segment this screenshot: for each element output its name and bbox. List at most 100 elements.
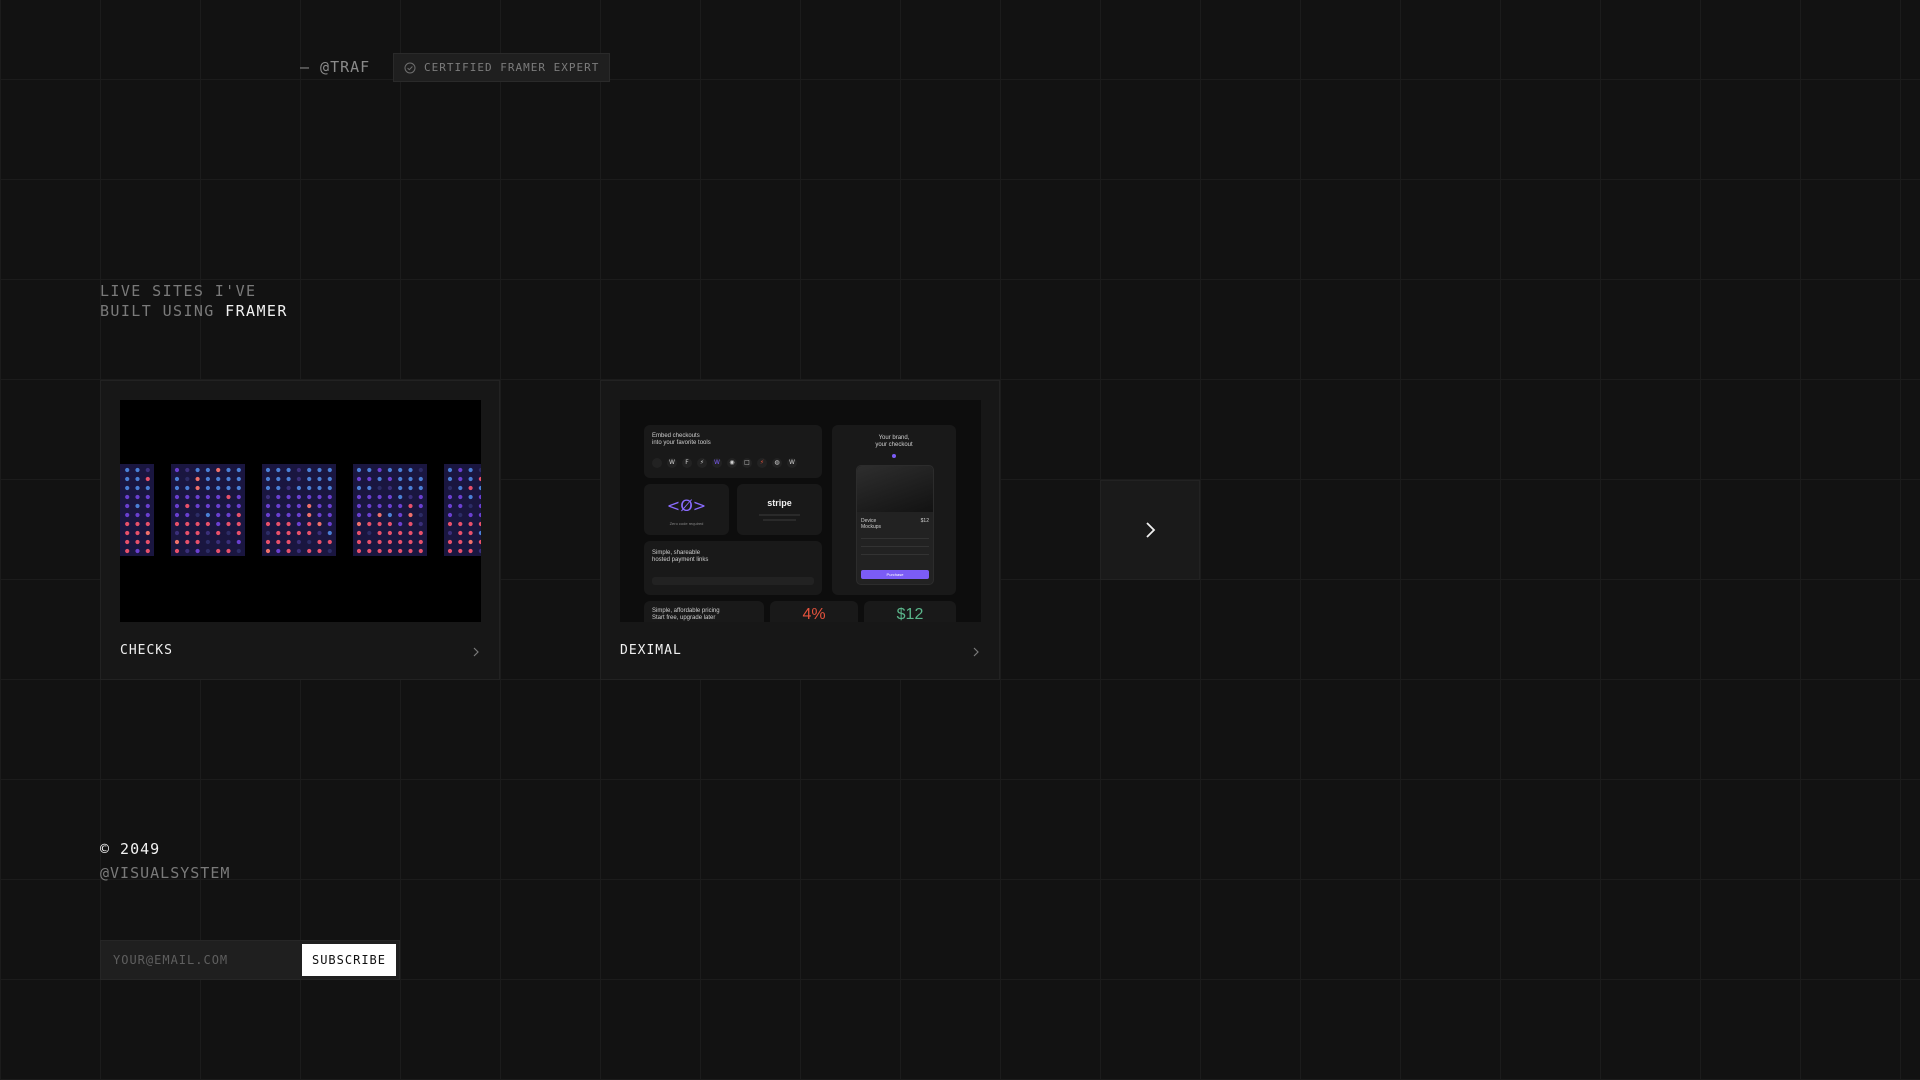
check-dot [398,485,403,491]
check-dot [216,521,221,527]
check-dot [377,521,382,527]
check-dot [174,530,180,536]
check-dot [356,476,362,482]
check-dot [216,485,221,491]
check-dot [135,494,140,500]
subscribe-button[interactable]: SUBSCRIBE [302,944,396,976]
check-dot [226,476,231,482]
check-dot [418,467,423,473]
check-dot [125,539,130,545]
check-dot [226,539,231,545]
check-dot [286,494,291,500]
check-dot [205,485,210,491]
check-dot [356,467,362,473]
check-dot [418,548,423,554]
check-dot [236,503,241,509]
brand-dot [892,454,896,458]
check-dot [458,512,463,518]
tool-icon: ⚡ [757,458,767,468]
check-dot [135,530,140,536]
check-dot [265,494,271,500]
check-dot [135,476,140,482]
check-dot [174,512,180,518]
project-card-deximal[interactable]: Embed checkouts into your favorite tools… [600,380,1000,680]
check-dot [286,512,291,518]
check-dot [418,530,423,536]
code-panel: <Ø> Zero code required [644,484,729,535]
check-dot [317,521,322,527]
check-dot [377,467,382,473]
check-dot [327,476,332,482]
check-dot [468,494,473,500]
footer-handle[interactable]: @VISUALSYSTEM [100,864,230,882]
check-dot [174,476,180,482]
check-dot [276,476,281,482]
check-dot [317,530,322,536]
check-dot [408,476,413,482]
pricing-panel: Simple, affordable pricing Start free, u… [644,601,764,622]
check-dot [205,503,210,509]
check-dot [125,521,130,527]
check-dot [145,467,150,473]
check-dot [408,521,413,527]
check-dot [307,548,312,554]
project-card-checks[interactable]: CHECKS [100,380,500,680]
check-dot [236,539,241,545]
pricing-line-1: Simple, affordable pricing [652,608,720,614]
stripe-line [759,514,800,516]
check-dot [468,521,473,527]
check-dot [387,485,392,491]
check-dot [377,494,382,500]
check-dot [286,530,291,536]
check-dot [468,512,473,518]
check-dot [367,476,372,482]
check-dot [135,512,140,518]
check-dot [135,503,140,509]
check-dot [296,548,301,554]
check-dot [447,548,453,554]
check-dot [226,512,231,518]
check-dot [276,494,281,500]
check-dot [174,467,180,473]
check-dot [327,494,332,500]
check-dot [356,485,362,491]
check-dot [458,467,463,473]
check-dot [296,494,301,500]
check-dot [265,539,271,545]
chevron-right-icon [1146,522,1156,538]
header-handle[interactable]: — @TRAF [300,58,370,76]
check-dot [265,512,271,518]
check-dot [195,539,200,545]
check-dot [408,467,413,473]
check-dot [458,548,463,554]
check-dot [265,467,271,473]
brand-line-1: Your brand, [878,435,910,441]
check-dot [317,467,322,473]
check-dot [135,548,140,554]
check-dot [377,503,382,509]
check-dot [125,476,130,482]
check-dot [216,476,221,482]
purchase-button: Purchase [861,570,929,579]
check-dot [226,503,231,509]
email-input[interactable] [101,941,325,979]
check-dot [265,530,271,536]
check-dot [236,494,241,500]
intro-line-2: BUILT USING FRAMER [100,301,288,321]
check-dot [377,476,382,482]
purchase-label: Purchase [886,572,904,577]
check-dot [307,467,312,473]
tool-icon: F [682,458,692,468]
device-line-2: Mockups [861,524,882,530]
check-dot [296,539,301,545]
check-dot [307,476,312,482]
check-dot [356,530,362,536]
carousel-next-button[interactable] [1100,480,1200,580]
check-dot [468,485,473,491]
check-dot [468,476,473,482]
check-dot [236,530,241,536]
check-dot [398,476,403,482]
check-dot [367,494,372,500]
check-dot [216,467,221,473]
check-dot [447,467,453,473]
